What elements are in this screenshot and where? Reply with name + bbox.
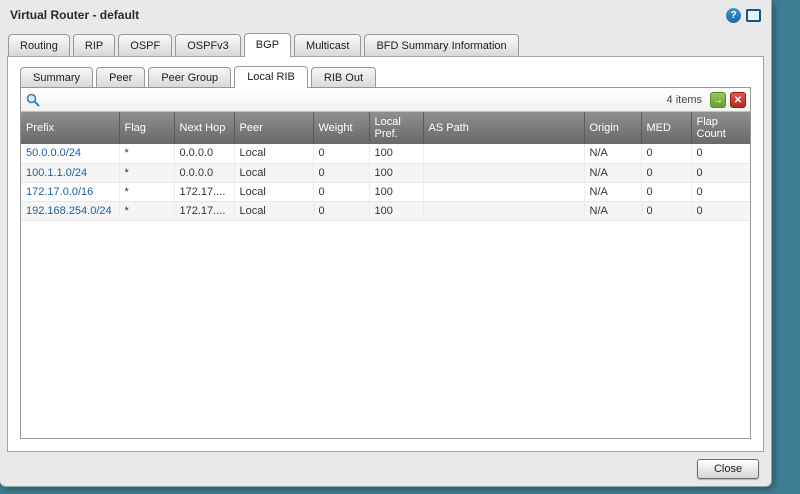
prefix-cell: 100.1.1.0/24 bbox=[21, 163, 119, 182]
rib-table-body: 50.0.0.0/24*0.0.0.0Local0100N/A00100.1.1… bbox=[21, 144, 750, 220]
dialog-footer: Close bbox=[0, 452, 771, 486]
cell: Local bbox=[234, 144, 313, 163]
cell: 100 bbox=[369, 182, 423, 201]
clear-filter-button[interactable]: ✕ bbox=[730, 92, 746, 108]
prefix-cell: 192.168.254.0/24 bbox=[21, 201, 119, 220]
column-header-med[interactable]: MED bbox=[641, 112, 691, 144]
window-icon[interactable] bbox=[746, 9, 761, 22]
tab-ospf[interactable]: OSPF bbox=[118, 34, 172, 56]
cell: 0 bbox=[313, 201, 369, 220]
cell: 172.17.... bbox=[174, 182, 234, 201]
tab-multicast[interactable]: Multicast bbox=[294, 34, 361, 56]
cell: 0 bbox=[641, 201, 691, 220]
cell: N/A bbox=[584, 201, 641, 220]
cell: 0 bbox=[641, 182, 691, 201]
cell: 0 bbox=[313, 163, 369, 182]
column-header-origin[interactable]: Origin bbox=[584, 112, 641, 144]
bgp-subtabbar: Summary Peer Peer Group Local RIB RIB Ou… bbox=[8, 57, 763, 87]
tab-ospfv3[interactable]: OSPFv3 bbox=[175, 34, 241, 56]
cell: 0 bbox=[641, 144, 691, 163]
cell: * bbox=[119, 182, 174, 201]
rib-table-wrap[interactable]: Prefix Flag Next Hop Peer Weight Local P… bbox=[21, 112, 750, 438]
cell: N/A bbox=[584, 163, 641, 182]
column-header-flag[interactable]: Flag bbox=[119, 112, 174, 144]
subtab-summary[interactable]: Summary bbox=[20, 67, 93, 87]
prefix-cell: 50.0.0.0/24 bbox=[21, 144, 119, 163]
main-tabbar: Routing RIP OSPF OSPFv3 BGP Multicast BF… bbox=[0, 30, 771, 56]
table-row[interactable]: 172.17.0.0/16*172.17....Local0100N/A00 bbox=[21, 182, 750, 201]
subtab-local-rib[interactable]: Local RIB bbox=[234, 66, 308, 88]
cell: 0 bbox=[641, 163, 691, 182]
cell: * bbox=[119, 201, 174, 220]
filter-bar: 4 items → ✕ bbox=[21, 88, 750, 112]
filter-input[interactable] bbox=[45, 91, 663, 109]
cell: 172.17.... bbox=[174, 201, 234, 220]
cell: N/A bbox=[584, 182, 641, 201]
cell: 0 bbox=[313, 182, 369, 201]
bgp-panel: Summary Peer Peer Group Local RIB RIB Ou… bbox=[7, 56, 764, 452]
rib-table: Prefix Flag Next Hop Peer Weight Local P… bbox=[21, 112, 750, 221]
table-row[interactable]: 50.0.0.0/24*0.0.0.0Local0100N/A00 bbox=[21, 144, 750, 163]
cell: * bbox=[119, 163, 174, 182]
cell: 0 bbox=[691, 163, 750, 182]
column-header-prefix[interactable]: Prefix bbox=[21, 112, 119, 144]
cell: 0.0.0.0 bbox=[174, 163, 234, 182]
column-header-local-pref[interactable]: Local Pref. bbox=[369, 112, 423, 144]
cell: N/A bbox=[584, 144, 641, 163]
virtual-router-dialog: Virtual Router - default ? Routing RIP O… bbox=[0, 0, 772, 487]
cell bbox=[423, 163, 584, 182]
column-header-as-path[interactable]: AS Path bbox=[423, 112, 584, 144]
column-header-flap-count[interactable]: Flap Count bbox=[691, 112, 750, 144]
column-header-peer[interactable]: Peer bbox=[234, 112, 313, 144]
tab-routing[interactable]: Routing bbox=[8, 34, 70, 56]
items-count: 4 items bbox=[667, 94, 702, 106]
tab-bgp[interactable]: BGP bbox=[244, 33, 291, 57]
apply-filter-button[interactable]: → bbox=[710, 92, 726, 108]
table-row[interactable]: 100.1.1.0/24*0.0.0.0Local0100N/A00 bbox=[21, 163, 750, 182]
subtab-rib-out[interactable]: RIB Out bbox=[311, 67, 376, 87]
subtab-peer-group[interactable]: Peer Group bbox=[148, 67, 231, 87]
cell: 100 bbox=[369, 201, 423, 220]
cell: 100 bbox=[369, 163, 423, 182]
column-header-weight[interactable]: Weight bbox=[313, 112, 369, 144]
cell: Local bbox=[234, 201, 313, 220]
cell: 100 bbox=[369, 144, 423, 163]
cell: 0.0.0.0 bbox=[174, 144, 234, 163]
dialog-titlebar: Virtual Router - default ? bbox=[0, 0, 771, 30]
dialog-title: Virtual Router - default bbox=[10, 8, 726, 22]
cell: 0 bbox=[691, 182, 750, 201]
tab-bfd-summary-information[interactable]: BFD Summary Information bbox=[364, 34, 518, 56]
cell: 0 bbox=[691, 201, 750, 220]
rib-table-header: Prefix Flag Next Hop Peer Weight Local P… bbox=[21, 112, 750, 144]
close-button[interactable]: Close bbox=[697, 459, 759, 479]
cell: 0 bbox=[691, 144, 750, 163]
cell bbox=[423, 201, 584, 220]
column-header-next-hop[interactable]: Next Hop bbox=[174, 112, 234, 144]
cell: Local bbox=[234, 182, 313, 201]
subtab-peer[interactable]: Peer bbox=[96, 67, 145, 87]
search-icon[interactable] bbox=[25, 92, 41, 108]
help-icon[interactable]: ? bbox=[726, 8, 741, 23]
cell bbox=[423, 182, 584, 201]
prefix-cell: 172.17.0.0/16 bbox=[21, 182, 119, 201]
cell: Local bbox=[234, 163, 313, 182]
table-row[interactable]: 192.168.254.0/24*172.17....Local0100N/A0… bbox=[21, 201, 750, 220]
local-rib-content: 4 items → ✕ Prefix Flag bbox=[20, 87, 751, 439]
cell bbox=[423, 144, 584, 163]
cell: 0 bbox=[313, 144, 369, 163]
cell: * bbox=[119, 144, 174, 163]
tab-rip[interactable]: RIP bbox=[73, 34, 115, 56]
